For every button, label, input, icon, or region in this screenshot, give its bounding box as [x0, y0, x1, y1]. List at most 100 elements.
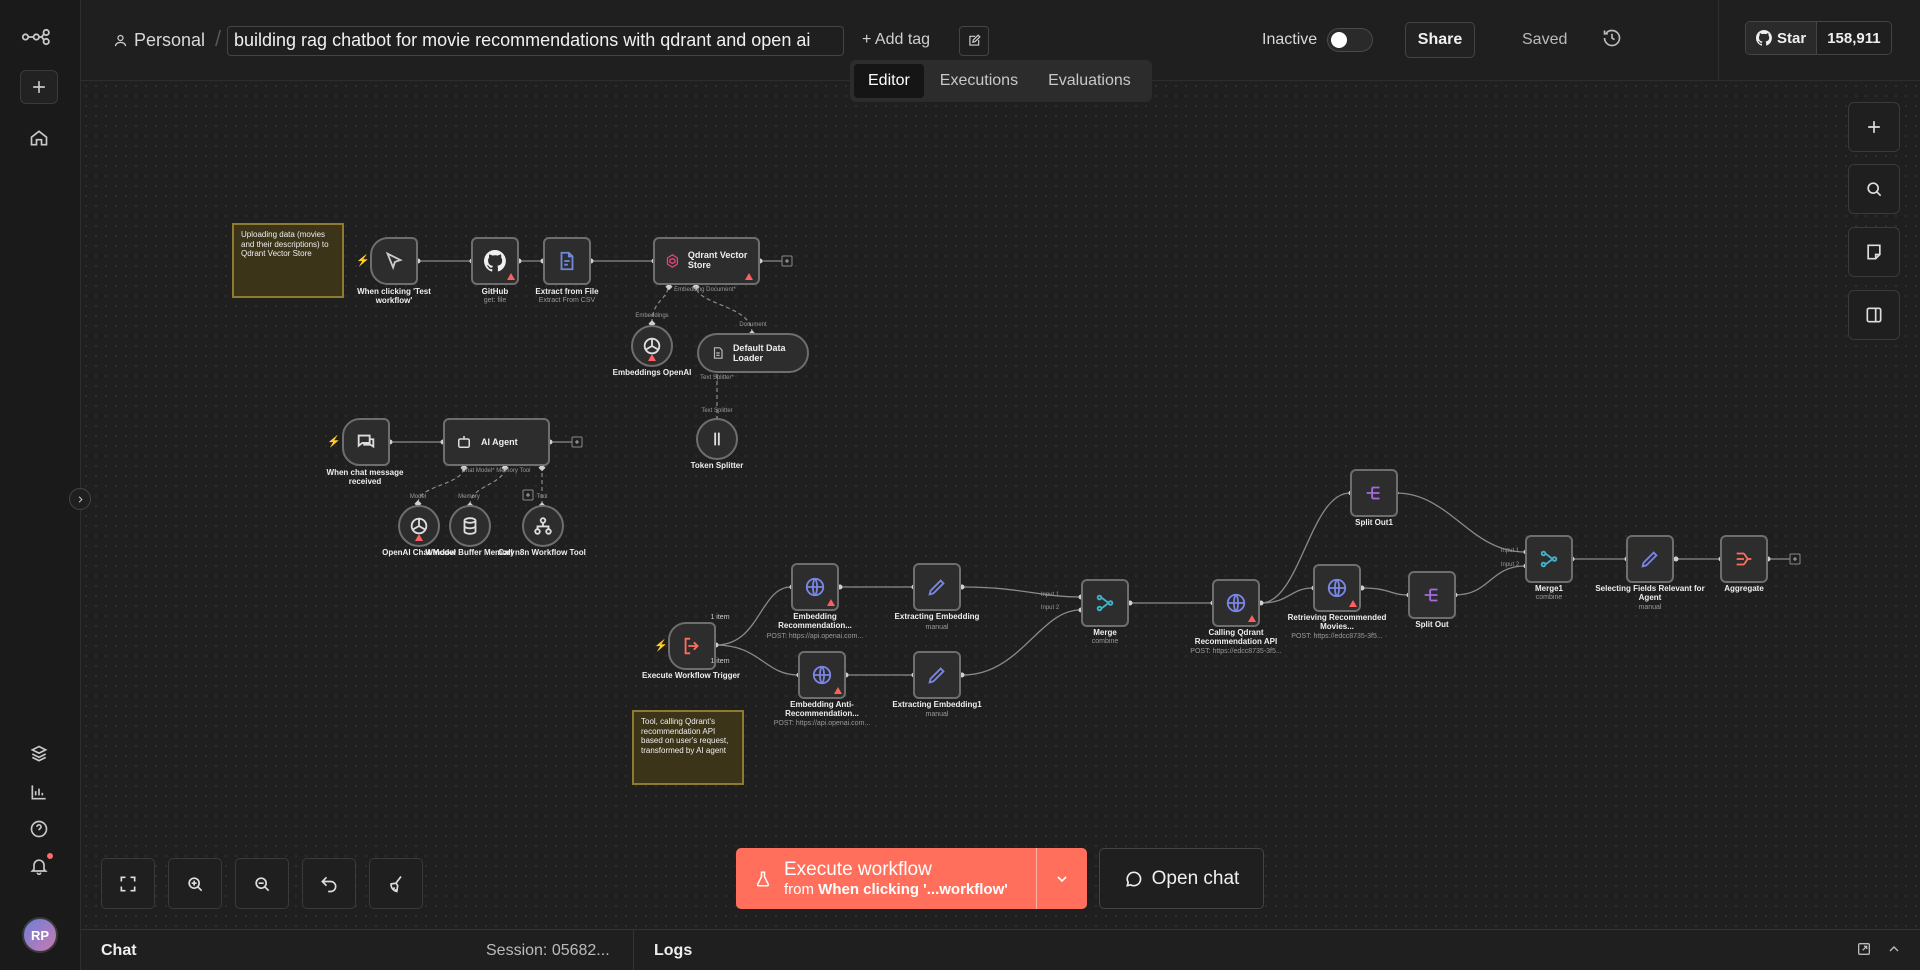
- merge-icon: [1096, 594, 1114, 612]
- port-label: Text Splitter*: [700, 375, 734, 381]
- undo-icon: [321, 876, 337, 892]
- node-extract-from-file[interactable]: [543, 237, 591, 285]
- fit-view-button[interactable]: [101, 858, 155, 909]
- node-subtitle: manual: [925, 624, 949, 631]
- execute-label: Execute workflow: [784, 859, 932, 880]
- pencil-icon: [1641, 551, 1658, 568]
- pencil-icon: [928, 579, 945, 596]
- maximize-icon: [120, 876, 136, 891]
- split-icon: [1366, 486, 1380, 500]
- undo-button[interactable]: [302, 858, 356, 909]
- node-ai-agent[interactable]: AI Agent: [443, 418, 550, 466]
- node-subtitle: manual: [925, 711, 949, 718]
- workflow-canvas[interactable]: [81, 81, 1920, 929]
- node-window-buffer-memory[interactable]: [449, 505, 491, 547]
- edit-icon: [969, 34, 981, 46]
- node-label: When clicking 'Test workflow': [357, 287, 431, 306]
- node-label: Token Splitter: [690, 461, 744, 470]
- github-star-button[interactable]: Star 158,911: [1745, 21, 1892, 55]
- breadcrumb-separator: /: [215, 26, 222, 51]
- execute-workflow-button[interactable]: Execute workflow from When clicking '...…: [736, 848, 1087, 909]
- input-label: Input 1: [1500, 548, 1520, 554]
- port-label: Tool: [536, 494, 548, 500]
- sticky-note-upload[interactable]: Uploading data (movies and their descrip…: [232, 223, 344, 298]
- flask-icon: [756, 871, 770, 886]
- search-icon: [1867, 182, 1882, 197]
- input-label: Input 2: [1500, 562, 1520, 568]
- node-chat-trigger[interactable]: [342, 418, 390, 466]
- chat-bubble-icon: [1125, 870, 1142, 887]
- node-subtitle: Extract From CSV: [538, 297, 596, 304]
- execute-trigger-name: When clicking '...workflow': [818, 881, 1008, 898]
- edge-item-count: 1 item: [710, 658, 730, 665]
- sidebar-panel-icon: [1866, 307, 1882, 323]
- database-icon: [463, 517, 477, 535]
- chat-session-id: Session: 05682...: [486, 942, 610, 959]
- share-button[interactable]: Share: [1405, 22, 1475, 58]
- github-icon: [1756, 30, 1772, 46]
- popout-icon[interactable]: [1856, 941, 1872, 957]
- node-label: Extract from File: [535, 287, 599, 296]
- add-node-button[interactable]: [1848, 102, 1900, 152]
- node-default-data-loader[interactable]: Default Data Loader: [697, 333, 809, 373]
- trigger-bolt-icon: ⚡: [356, 255, 370, 267]
- create-button[interactable]: [20, 70, 58, 104]
- search-nodes-button[interactable]: [1848, 164, 1900, 214]
- node-token-splitter[interactable]: [696, 418, 738, 460]
- sticky-note-button[interactable]: [1848, 227, 1900, 277]
- tidy-up-button[interactable]: [369, 858, 423, 909]
- node-merge[interactable]: [1081, 579, 1129, 627]
- active-toggle[interactable]: [1327, 28, 1373, 52]
- chevron-up-icon[interactable]: [1886, 941, 1902, 957]
- sticky-note-tool[interactable]: Tool, calling Qdrant's recommendation AP…: [632, 710, 744, 785]
- node-merge1[interactable]: [1525, 535, 1573, 583]
- workflow-name-input[interactable]: building rag chatbot for movie recommend…: [227, 26, 844, 56]
- panel-toggle-button[interactable]: [1848, 290, 1900, 340]
- execute-dropdown-button[interactable]: [1036, 848, 1087, 909]
- document-icon: [713, 347, 723, 359]
- node-extracting-embedding[interactable]: [913, 563, 961, 611]
- home-icon[interactable]: [19, 121, 59, 155]
- help-icon[interactable]: [19, 812, 59, 846]
- avatar[interactable]: RP: [22, 917, 58, 953]
- node-extracting-embedding1[interactable]: [913, 651, 961, 699]
- templates-icon[interactable]: [19, 737, 59, 771]
- tab-executions[interactable]: Executions: [926, 64, 1032, 98]
- globe-icon: [812, 665, 832, 685]
- zoom-out-button[interactable]: [235, 858, 289, 909]
- notification-dot: [47, 853, 53, 859]
- edit-description-button[interactable]: [959, 26, 989, 56]
- chevron-down-icon: [1057, 875, 1067, 882]
- expand-sidebar-button[interactable]: [69, 488, 91, 510]
- node-split-out[interactable]: [1408, 571, 1456, 619]
- node-call-workflow-tool[interactable]: [522, 505, 564, 547]
- node-split-out1[interactable]: [1350, 469, 1398, 517]
- zoom-in-button[interactable]: [168, 858, 222, 909]
- tab-evaluations[interactable]: Evaluations: [1034, 64, 1145, 98]
- node-selecting-fields[interactable]: [1626, 535, 1674, 583]
- active-status-label: Inactive: [1262, 31, 1318, 48]
- chat-icon: [357, 434, 375, 449]
- more-options-icon[interactable]: [1663, 28, 1685, 50]
- node-label: Call n8n Workflow Tool: [498, 548, 586, 557]
- node-aggregate[interactable]: [1720, 535, 1768, 583]
- n8n-logo-icon[interactable]: [18, 20, 60, 54]
- tab-editor[interactable]: Editor: [854, 64, 924, 98]
- history-icon[interactable]: [1602, 28, 1624, 50]
- split-icon: [1424, 588, 1438, 602]
- execute-from-label: from: [784, 881, 814, 898]
- plus-icon: [1868, 121, 1880, 133]
- aggregate-icon: [1736, 552, 1752, 566]
- add-tag-button[interactable]: + Add tag: [862, 31, 930, 49]
- bell-icon[interactable]: [19, 849, 59, 883]
- chat-panel-title[interactable]: Chat: [101, 942, 137, 960]
- node-label: Merge1: [1534, 584, 1563, 593]
- open-chat-button[interactable]: Open chat: [1099, 848, 1264, 909]
- node-manual-trigger[interactable]: [370, 237, 418, 285]
- node-label: Aggregate: [1724, 584, 1764, 593]
- node-qdrant-vector-store[interactable]: Qdrant Vector Store: [653, 237, 760, 285]
- insights-icon[interactable]: [19, 775, 59, 809]
- globe-icon: [805, 577, 825, 597]
- logs-panel-title[interactable]: Logs: [654, 942, 692, 960]
- breadcrumb-project[interactable]: Personal: [113, 30, 205, 51]
